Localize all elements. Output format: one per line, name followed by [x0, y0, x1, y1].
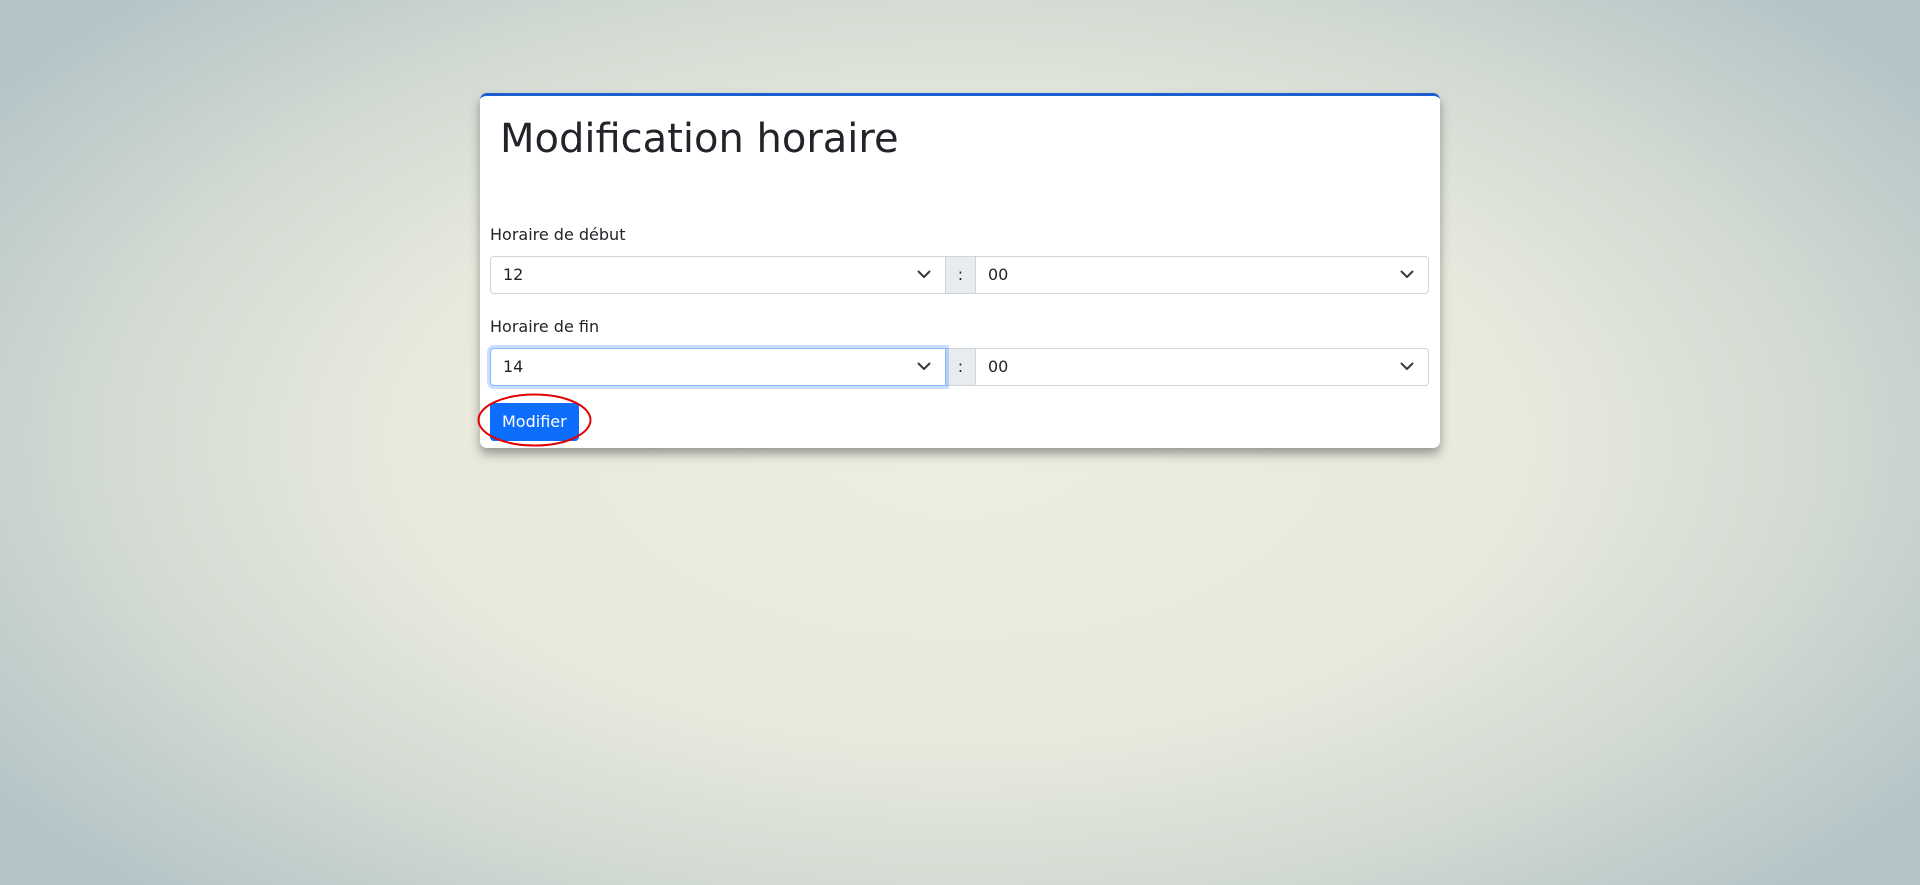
end-minute-select[interactable]: 00	[975, 348, 1429, 386]
end-hour-value: 14	[503, 357, 524, 376]
start-hour-value: 12	[503, 265, 524, 284]
page-title: Modification horaire	[500, 116, 899, 162]
start-hour-select[interactable]: 12	[490, 256, 946, 294]
start-time-label: Horaire de début	[490, 225, 626, 244]
end-hour-select[interactable]: 14	[490, 348, 946, 386]
chevron-down-icon	[917, 362, 931, 370]
chevron-down-icon	[1400, 362, 1414, 370]
start-minute-select[interactable]: 00	[975, 256, 1429, 294]
start-time-separator: :	[946, 256, 975, 294]
start-minute-value: 00	[988, 265, 1009, 284]
chevron-down-icon	[1400, 270, 1414, 278]
edit-schedule-card: Modification horaire Horaire de début 12…	[480, 93, 1440, 448]
end-minute-value: 00	[988, 357, 1009, 376]
end-time-group: 14 : 00	[490, 348, 1429, 386]
end-time-label: Horaire de fin	[490, 317, 600, 336]
start-time-group: 12 : 00	[490, 256, 1429, 294]
annotation-ellipse	[477, 393, 592, 447]
end-time-separator: :	[946, 348, 975, 386]
chevron-down-icon	[917, 270, 931, 278]
